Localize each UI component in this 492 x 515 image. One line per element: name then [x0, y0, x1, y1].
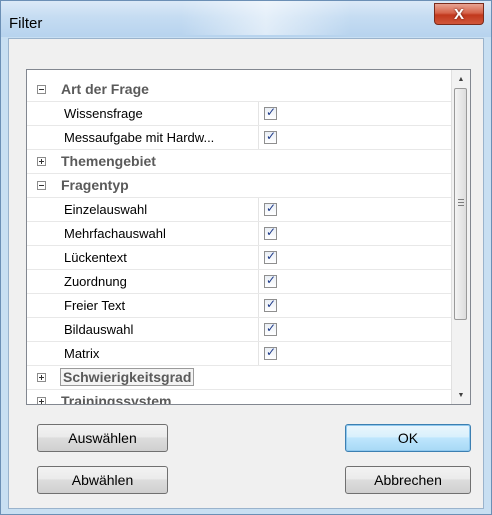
checkbox[interactable]	[264, 345, 277, 360]
tree-item-label: Einzelauswahl	[64, 202, 148, 217]
ok-button[interactable]: OK	[345, 424, 471, 452]
tree-item-row[interactable]: Freier Text	[27, 294, 452, 318]
tree-group-row[interactable]: Art der Frage	[27, 78, 452, 102]
vertical-scrollbar[interactable]: ▲ ▼	[451, 70, 470, 404]
checkbox[interactable]	[264, 105, 277, 120]
deselect-button[interactable]: Abwählen	[37, 466, 168, 494]
close-button[interactable]: X	[434, 3, 484, 25]
checkbox[interactable]	[264, 321, 277, 336]
scroll-thumb[interactable]	[454, 88, 467, 320]
tree-item-row[interactable]: Einzelauswahl	[27, 198, 452, 222]
tree-item-row[interactable]: Lückentext	[27, 246, 452, 270]
tree-item-row[interactable]: Zuordnung	[27, 270, 452, 294]
close-icon: X	[453, 5, 464, 23]
collapse-icon[interactable]	[37, 85, 46, 94]
tree-group-label: Schwierigkeitsgrad	[60, 368, 195, 386]
tree-group-row[interactable]: Themengebiet	[27, 150, 452, 174]
tree-item-label: Bildauswahl	[64, 322, 134, 337]
tree-item-label: Wissensfrage	[64, 106, 143, 121]
tree-group-row[interactable]: Trainingssystem	[27, 390, 452, 404]
expand-icon[interactable]	[37, 373, 46, 382]
tree-group-label: Art der Frage	[61, 81, 149, 97]
tree-group-label: Fragentyp	[61, 177, 129, 193]
checkbox[interactable]	[264, 225, 277, 240]
tree-item-row[interactable]: Mehrfachauswahl	[27, 222, 452, 246]
tree-item-row[interactable]: Matrix	[27, 342, 452, 366]
checkbox[interactable]	[264, 129, 277, 144]
collapse-icon[interactable]	[37, 181, 46, 190]
expand-icon[interactable]	[37, 397, 46, 404]
tree-item-label: Matrix	[64, 346, 100, 361]
tree-group-label: Trainingssystem	[61, 393, 172, 404]
tree-item-label: Messaufgabe mit Hardw...	[64, 130, 215, 145]
tree-item-row[interactable]: Wissensfrage	[27, 102, 452, 126]
window-title: Filter	[9, 15, 43, 32]
tree-item-label: Lückentext	[64, 250, 127, 265]
expand-icon[interactable]	[37, 157, 46, 166]
title-bar: Filter X	[1, 1, 491, 37]
tree-item-label: Mehrfachauswahl	[64, 226, 166, 241]
tree-group-row[interactable]: Fragentyp	[27, 174, 452, 198]
checkbox[interactable]	[264, 201, 277, 216]
checkbox[interactable]	[264, 297, 277, 312]
select-button[interactable]: Auswählen	[37, 424, 168, 452]
filter-tree[interactable]: Art der Frage Wissensfrage Messaufgabe mit…	[26, 69, 471, 405]
scroll-grip-icon	[458, 199, 464, 207]
cancel-button[interactable]: Abbrechen	[345, 466, 471, 494]
scroll-down-arrow-icon[interactable]: ▼	[452, 386, 470, 404]
checkbox[interactable]	[264, 273, 277, 288]
tree-item-label: Zuordnung	[64, 274, 127, 289]
filter-tree-rows: Art der Frage Wissensfrage Messaufgabe mit…	[27, 78, 452, 404]
tree-item-label: Freier Text	[64, 298, 126, 313]
checkbox[interactable]	[264, 249, 277, 264]
tree-item-row[interactable]: Bildauswahl	[27, 318, 452, 342]
tree-group-label: Themengebiet	[61, 153, 156, 169]
tree-group-row[interactable]: Schwierigkeitsgrad	[27, 366, 452, 390]
tree-item-row[interactable]: Messaufgabe mit Hardw...	[27, 126, 452, 150]
scroll-up-arrow-icon[interactable]: ▲	[452, 70, 470, 88]
